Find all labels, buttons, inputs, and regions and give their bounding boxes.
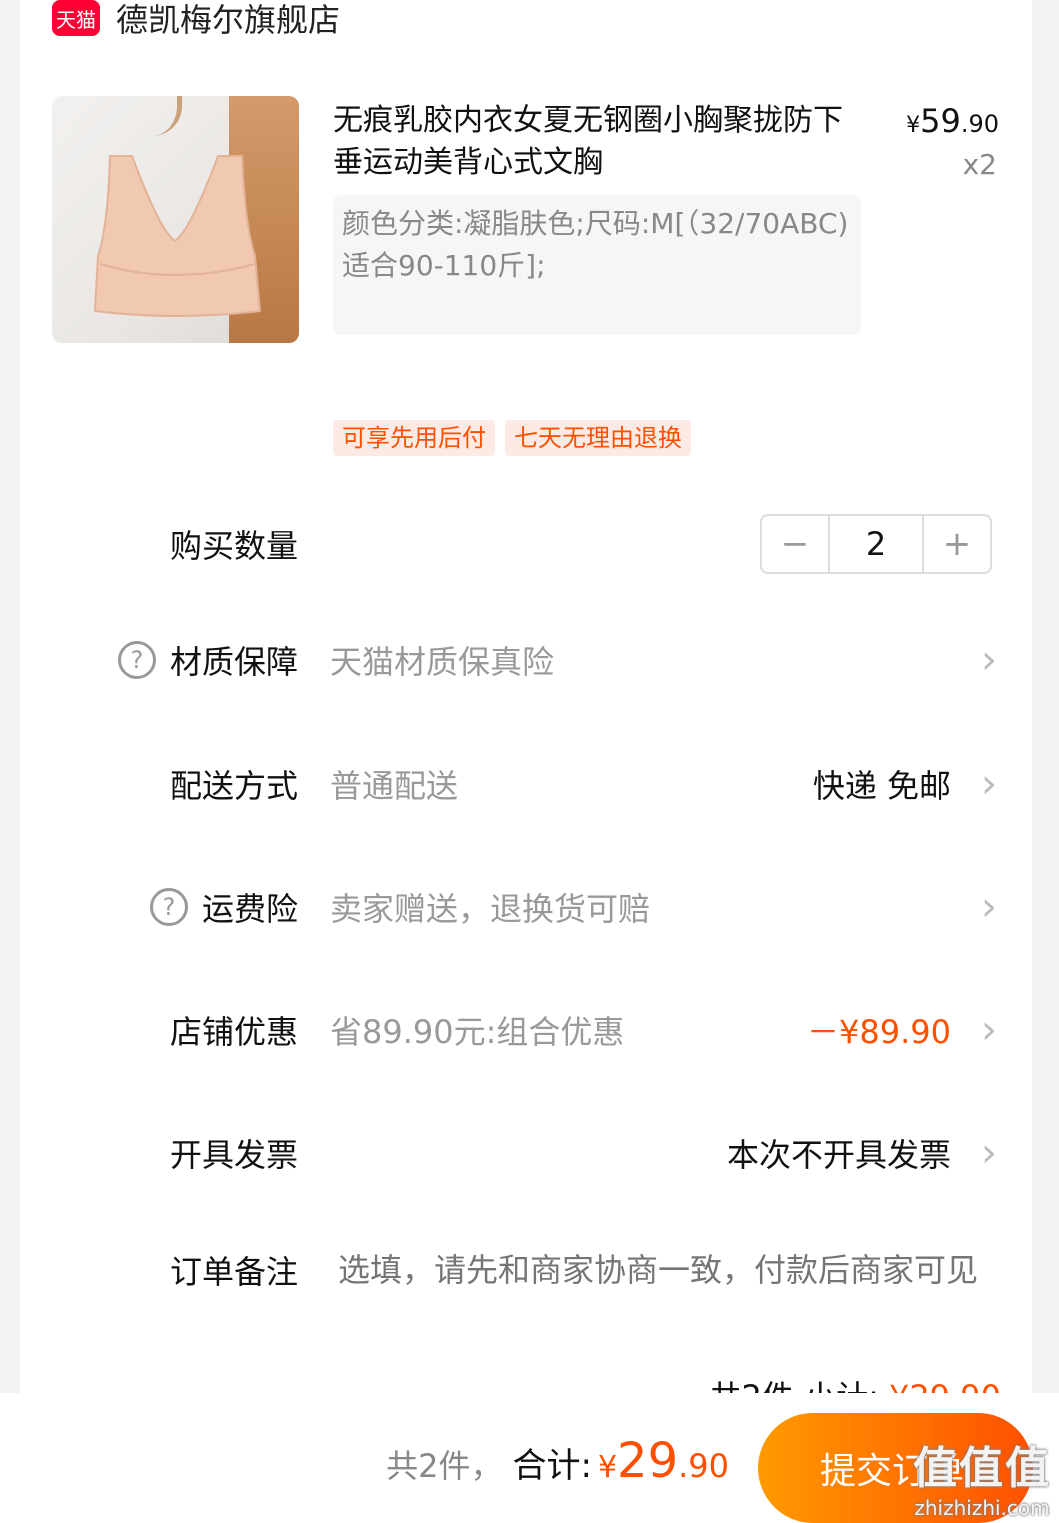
chevron-right-icon: › bbox=[981, 1007, 997, 1053]
discount-row[interactable]: 店铺优惠 省89.90元:组合优惠 －¥89.90 › bbox=[0, 1000, 1059, 1060]
help-icon[interactable]: ? bbox=[117, 641, 156, 679]
remark-input[interactable] bbox=[338, 1251, 990, 1289]
watermark-logo: 值值值 bbox=[913, 1443, 1051, 1494]
delivery-value: 普通配送 bbox=[330, 767, 459, 805]
product-title[interactable]: 无痕乳胶内衣女夏无钢圈小胸聚拢防下垂运动美背心式文胸 bbox=[333, 100, 863, 184]
discount-amount: －¥89.90 bbox=[807, 1013, 951, 1051]
total-dec: .90 bbox=[678, 1447, 729, 1485]
quantity-value[interactable]: 2 bbox=[828, 516, 924, 572]
chevron-right-icon: › bbox=[981, 761, 997, 807]
price-symbol: ¥ bbox=[906, 113, 921, 138]
help-icon[interactable]: ? bbox=[149, 888, 188, 926]
order-total: 共2件， 合计: ¥ 29 .90 bbox=[386, 1433, 729, 1489]
chevron-right-icon: › bbox=[981, 637, 997, 683]
invoice-row[interactable]: 开具发票 本次不开具发票 › bbox=[0, 1123, 1059, 1183]
material-value: 天猫材质保真险 bbox=[330, 643, 555, 681]
product-image[interactable] bbox=[52, 96, 299, 343]
discount-label: 店铺优惠 bbox=[169, 1013, 298, 1051]
bottom-bar: 共2件， 合计: ¥ 29 .90 提交订单 bbox=[0, 1393, 1059, 1523]
freight-value: 卖家赠送，退换货可赔 bbox=[330, 890, 651, 928]
product-sku: 颜色分类:凝脂肤色;尺码:M[（32/70ABC)适合90-110斤]; bbox=[333, 195, 861, 335]
hanger-graphic bbox=[82, 96, 182, 136]
tmall-logo: 天猫 bbox=[52, 0, 100, 36]
minus-button[interactable]: − bbox=[762, 516, 828, 572]
bra-graphic bbox=[93, 155, 262, 317]
quantity-label: 购买数量 bbox=[169, 527, 298, 565]
watermark: 值值值 zhizhizhi.com bbox=[913, 1432, 1051, 1520]
service-tags: 可享先用后付 七天无理由退换 bbox=[333, 420, 691, 456]
plus-button[interactable]: + bbox=[924, 516, 990, 572]
price-dec: .90 bbox=[960, 110, 999, 138]
material-label-text: 材质保障 bbox=[169, 643, 298, 681]
freight-row[interactable]: ? 运费险 卖家赠送，退换货可赔 › bbox=[0, 877, 1059, 937]
material-row[interactable]: ? 材质保障 天猫材质保真险 › bbox=[0, 630, 1059, 690]
freight-label-text: 运费险 bbox=[201, 890, 298, 928]
watermark-url: zhizhizhi.com bbox=[914, 1496, 1050, 1520]
product-quantity: x2 bbox=[962, 148, 997, 181]
discount-value: 省89.90元:组合优惠 bbox=[330, 1013, 625, 1051]
material-label: ? 材质保障 bbox=[117, 637, 298, 683]
quantity-stepper[interactable]: − 2 + bbox=[760, 514, 992, 574]
freight-label: ? 运费险 bbox=[149, 884, 298, 930]
total-count: 共2件， bbox=[386, 1447, 503, 1485]
shop-name[interactable]: 德凯梅尔旗舰店 bbox=[116, 0, 340, 41]
chevron-right-icon: › bbox=[981, 884, 997, 930]
total-label: 合计: bbox=[512, 1446, 592, 1486]
invoice-value: 本次不开具发票 bbox=[726, 1136, 951, 1174]
delivery-right: 快递 免邮 bbox=[812, 767, 951, 805]
invoice-label: 开具发票 bbox=[169, 1136, 298, 1174]
shop-header[interactable]: 天猫 德凯梅尔旗舰店 bbox=[52, 0, 340, 44]
remark-row: 订单备注 bbox=[0, 1240, 1059, 1300]
tag-pay-later: 可享先用后付 bbox=[333, 420, 495, 456]
chevron-right-icon: › bbox=[981, 1130, 997, 1176]
remark-label: 订单备注 bbox=[169, 1253, 298, 1291]
price-int: 59 bbox=[920, 102, 961, 140]
delivery-row[interactable]: 配送方式 普通配送 快递 免邮 › bbox=[0, 754, 1059, 814]
delivery-label: 配送方式 bbox=[169, 767, 298, 805]
product-price: ¥59.90 bbox=[906, 102, 999, 140]
tag-seven-day-return: 七天无理由退换 bbox=[505, 420, 691, 456]
total-symbol: ¥ bbox=[597, 1450, 618, 1485]
total-int: 29 bbox=[617, 1433, 679, 1489]
